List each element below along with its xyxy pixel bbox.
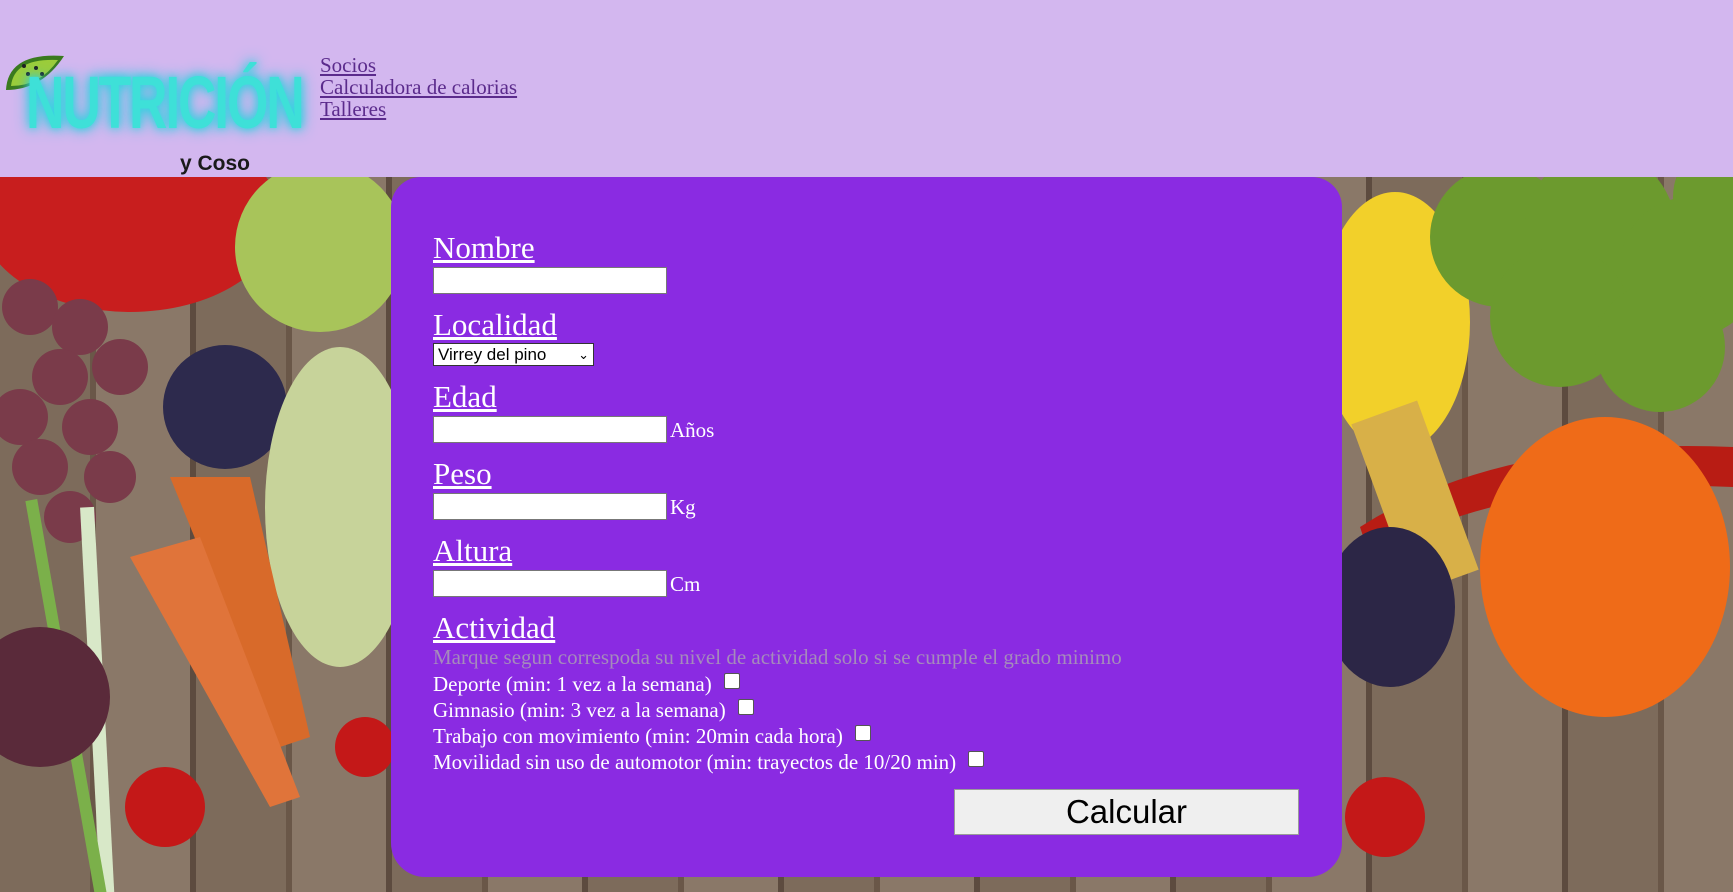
activity-label: Deporte (min: 1 vez a la semana) [433, 672, 712, 696]
localidad-label: Localidad [433, 307, 557, 342]
edad-unit: Años [670, 418, 715, 442]
altura-unit: Cm [670, 572, 701, 596]
activity-label: Trabajo con movimiento (min: 20min cada … [433, 724, 843, 748]
chevron-down-icon: ⌄ [578, 347, 589, 362]
actividad-label: Actividad [433, 610, 556, 645]
logo[interactable]: NUTRICIÓN y Coso [0, 20, 305, 175]
activity-checkbox[interactable] [723, 673, 740, 689]
nombre-input[interactable] [433, 267, 667, 294]
nav-link-talleres[interactable]: Talleres [320, 98, 517, 120]
activity-label: Gimnasio (min: 3 vez a la semana) [433, 698, 726, 722]
peso-unit: Kg [670, 495, 696, 519]
activity-option[interactable]: Gimnasio (min: 3 vez a la semana) [433, 698, 754, 723]
activity-option[interactable]: Trabajo con movimiento (min: 20min cada … [433, 724, 871, 749]
peso-input[interactable] [433, 493, 667, 520]
site-header: NUTRICIÓN y Coso Socios Calculadora de c… [0, 0, 1733, 177]
localidad-selected-value: Virrey del pino [438, 345, 547, 364]
activity-label: Movilidad sin uso de automotor (min: tra… [433, 750, 957, 774]
actividad-hint: Marque segun correspoda su nivel de acti… [433, 645, 1122, 669]
main-nav: Socios Calculadora de calorias Talleres [320, 54, 517, 120]
logo-title: NUTRICIÓN [26, 61, 305, 144]
activity-option[interactable]: Movilidad sin uso de automotor (min: tra… [433, 750, 985, 775]
nav-link-calculadora[interactable]: Calculadora de calorias [320, 76, 517, 98]
nav-link-socios[interactable]: Socios [320, 54, 517, 76]
edad-input[interactable] [433, 416, 667, 443]
nombre-label: Nombre [433, 230, 535, 265]
peso-label: Peso [433, 456, 492, 491]
activity-checkbox[interactable] [854, 725, 871, 741]
calcular-button[interactable]: Calcular [954, 789, 1299, 835]
localidad-select[interactable]: Virrey del pino ⌄ [433, 343, 594, 366]
logo-subtitle: y Coso [180, 152, 251, 175]
altura-input[interactable] [433, 570, 667, 597]
activity-checkbox[interactable] [737, 699, 754, 715]
activity-option[interactable]: Deporte (min: 1 vez a la semana) [433, 672, 740, 697]
altura-label: Altura [433, 533, 513, 568]
edad-label: Edad [433, 379, 497, 414]
activity-checkbox[interactable] [968, 751, 985, 767]
